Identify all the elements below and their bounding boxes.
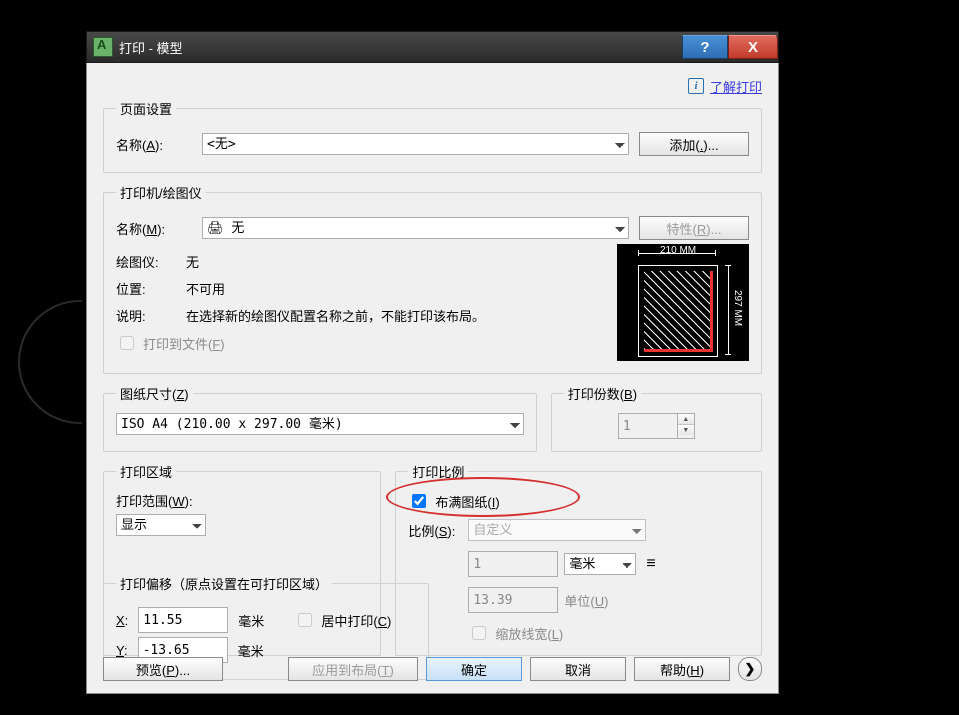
ok-button[interactable]: 确定 xyxy=(426,657,522,681)
plot-scale-legend: 打印比例 xyxy=(408,462,468,481)
titlebar[interactable]: 打印 - 模型 ? X xyxy=(86,31,779,63)
paper-width-dim: 210 MM xyxy=(660,245,696,256)
apply-to-layout-button[interactable]: 应用到布局(T) xyxy=(288,657,418,681)
chevron-up-icon[interactable]: ▲ xyxy=(678,414,694,424)
fit-to-paper-label: 布满图纸(I) xyxy=(435,492,499,511)
expand-button[interactable]: ❯ xyxy=(738,657,762,681)
paper-size-select[interactable]: ISO A4 (210.00 x 297.00 毫米) xyxy=(116,413,524,435)
titlebar-close-button[interactable]: X xyxy=(728,35,778,59)
where-label: 位置: xyxy=(116,279,176,298)
copies-input[interactable] xyxy=(618,413,677,439)
printer-name-select[interactable]: 🖨 无 xyxy=(202,217,629,239)
copies-group: 打印份数(B) ▲▼ xyxy=(551,384,762,452)
offset-x-input[interactable] xyxy=(138,607,228,633)
scale-unit1-select[interactable]: 毫米 xyxy=(564,553,636,575)
print-to-file-checkbox[interactable] xyxy=(120,336,134,350)
page-setup-name-select[interactable]: <无> xyxy=(202,133,629,155)
scale-unit2-label: 单位(U) xyxy=(564,591,608,610)
paper-height-dim: 297 MM xyxy=(732,290,743,326)
paper-size-legend: 图纸尺寸(Z) xyxy=(116,384,193,403)
page-setup-name-label: 名称(A): xyxy=(116,135,192,154)
offset-x-unit: 毫米 xyxy=(238,611,264,630)
plotter-label: 绘图仪: xyxy=(116,252,176,271)
where-value: 不可用 xyxy=(186,279,225,298)
print-to-file-label: 打印到文件(F) xyxy=(143,334,225,353)
copies-spinner[interactable]: ▲▼ xyxy=(618,413,695,439)
desc-value: 在选择新的绘图仪配置名称之前，不能打印该布局。 xyxy=(186,306,485,325)
copies-legend: 打印份数(B) xyxy=(564,384,641,403)
equals-icon: ≡ xyxy=(646,555,655,573)
scale-ratio-select[interactable]: 自定义 xyxy=(468,519,646,541)
window-title: 打印 - 模型 xyxy=(119,38,183,57)
printer-name-label: 名称(M): xyxy=(116,219,192,238)
preview-button[interactable]: 预览(P)... xyxy=(103,657,223,681)
titlebar-help-button[interactable]: ? xyxy=(682,35,728,59)
scale-value1-input[interactable] xyxy=(468,551,558,577)
desc-label: 说明: xyxy=(116,306,176,325)
help-button[interactable]: 帮助(H) xyxy=(634,657,730,681)
plot-range-select[interactable]: 显示 xyxy=(116,514,206,536)
fit-to-paper-checkbox[interactable] xyxy=(412,494,426,508)
scale-lineweights-checkbox[interactable] xyxy=(472,626,486,640)
printer-properties-button[interactable]: 特性(R)... xyxy=(639,216,749,240)
question-icon: ? xyxy=(700,39,709,56)
paper-size-group: 图纸尺寸(Z) ISO A4 (210.00 x 297.00 毫米) xyxy=(103,384,537,452)
cancel-button[interactable]: 取消 xyxy=(530,657,626,681)
printer-legend: 打印机/绘图仪 xyxy=(116,183,206,202)
plot-area-legend: 打印区域 xyxy=(116,462,176,481)
chevron-right-icon: ❯ xyxy=(745,661,756,677)
close-icon: X xyxy=(748,39,758,56)
dialog-footer: 预览(P)... 应用到布局(T) 确定 取消 帮助(H) ❯ xyxy=(103,657,762,681)
paper-preview: 210 MM 297 MM xyxy=(617,244,749,361)
plot-offset-legend: 打印偏移（原点设置在可打印区域） xyxy=(116,574,332,593)
chevron-down-icon[interactable]: ▼ xyxy=(678,424,694,435)
app-icon xyxy=(93,37,113,57)
offset-y-label: Y: xyxy=(116,643,128,658)
print-dialog: 打印 - 模型 ? X i 了解打印 页面设置 名称(A): <无> 添加(.)… xyxy=(86,31,779,691)
plotter-value: 无 xyxy=(186,252,199,271)
printer-group: 打印机/绘图仪 名称(M): 🖨 无 特性(R)... 绘图仪: 无 位置: 不可用… xyxy=(103,183,762,374)
plot-range-label: 打印范围(W): xyxy=(116,491,368,510)
page-setup-group: 页面设置 名称(A): <无> 添加(.)... xyxy=(103,99,762,173)
scale-lineweights-label: 缩放线宽(L) xyxy=(495,624,563,643)
page-setup-legend: 页面设置 xyxy=(116,99,176,118)
add-page-setup-button[interactable]: 添加(.)... xyxy=(639,132,749,156)
center-plot-checkbox[interactable] xyxy=(298,613,312,627)
scale-ratio-label: 比例(S): xyxy=(408,521,468,540)
plot-scale-group: 打印比例 布满图纸(I) 比例(S): 自定义 毫米 ≡ xyxy=(395,462,762,656)
center-plot-label: 居中打印(C) xyxy=(321,611,391,630)
info-icon: i xyxy=(688,78,704,94)
dialog-body: i 了解打印 页面设置 名称(A): <无> 添加(.)... 打印机/绘图仪 … xyxy=(86,63,779,694)
scale-value2-input[interactable] xyxy=(468,587,558,613)
offset-x-label: X: xyxy=(116,613,128,628)
learn-print-link[interactable]: 了解打印 xyxy=(710,77,762,96)
